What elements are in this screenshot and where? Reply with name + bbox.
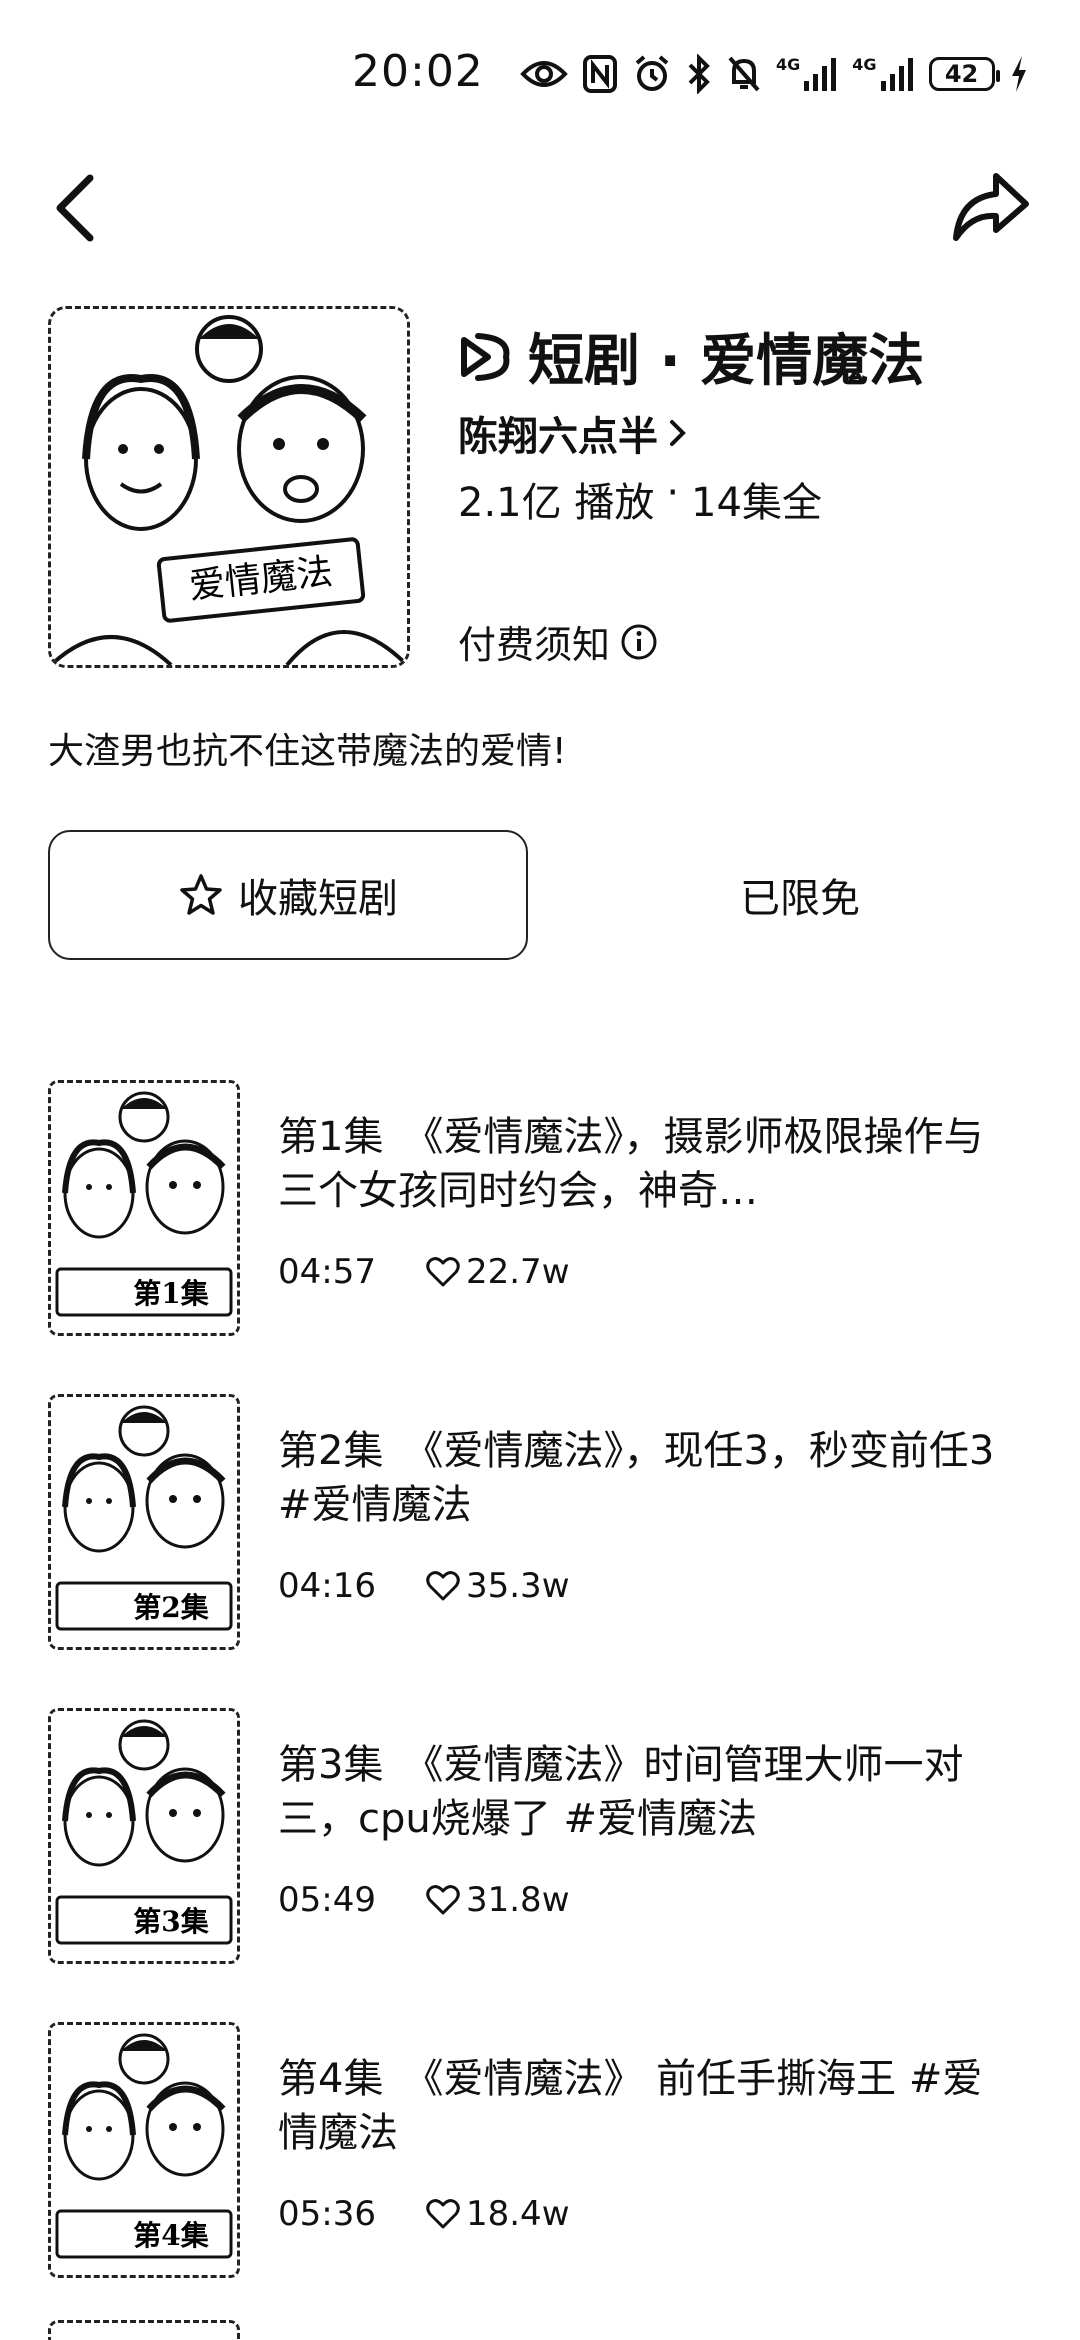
network-type-label: 4G xyxy=(852,55,877,74)
drama-title: 短剧 · 爱情魔法 xyxy=(528,329,925,394)
episode-title: 第2集 《爱情魔法》，现任3，秒变前任3 #爱情魔法 xyxy=(278,1428,995,1528)
episode-duration: 05:49 xyxy=(278,1880,376,1920)
status-bar: 20:02 4G 4G 42 xyxy=(0,0,1080,150)
heart-icon xyxy=(426,2199,460,2229)
chevron-left-icon xyxy=(56,174,94,242)
episode-like-count: 31.8w xyxy=(465,1880,570,1920)
heart-icon xyxy=(426,1885,460,1915)
paid-notice-link[interactable]: 付费须知 xyxy=(458,614,658,669)
episode-likes: 18.4w xyxy=(426,2194,570,2234)
heart-icon xyxy=(426,1571,460,1601)
alarm-icon xyxy=(635,55,669,91)
status-time: 20:02 xyxy=(352,46,484,97)
episode-likes: 31.8w xyxy=(426,1880,570,1920)
share-arrow-icon xyxy=(953,173,1029,241)
network-type-label: 4G xyxy=(776,55,801,74)
signal-bars-icon xyxy=(880,58,913,91)
signal-bars-icon xyxy=(804,58,837,91)
episode-item[interactable]: 第1集 第1集 《爱情魔法》，摄影师极限操作与三个女孩同时约会，神奇… 04:5… xyxy=(0,1080,1080,1340)
episode-meta: 04:16 35.3w xyxy=(278,1566,570,1606)
drama-title-row: 短剧 · 爱情魔法 xyxy=(458,316,924,397)
episode-thumbnail: 第2集 xyxy=(48,1394,240,1650)
drama-description: 大渣男也抗不住这带魔法的爱情! xyxy=(48,731,567,772)
play-count: 2.1亿 播放 xyxy=(458,480,655,526)
mute-icon xyxy=(728,56,760,92)
nfc-icon xyxy=(583,55,617,93)
limited-free-label: 已限免 xyxy=(740,876,860,922)
episode-thumbnail-partial xyxy=(48,2320,240,2340)
short-drama-logo-icon xyxy=(461,332,510,381)
share-button[interactable] xyxy=(950,170,1030,246)
author-link[interactable]: 陈翔六点半 xyxy=(458,404,688,462)
episode-likes: 35.3w xyxy=(426,1566,570,1606)
bluetooth-icon xyxy=(688,54,710,94)
eye-icon xyxy=(520,61,568,87)
paid-notice-label: 付费须知 xyxy=(458,623,611,667)
episode-like-count: 22.7w xyxy=(465,1252,570,1292)
episode-duration: 04:16 xyxy=(278,1566,376,1606)
episode-thumb-badge: 第3集 xyxy=(133,1905,208,1938)
episode-meta: 05:36 18.4w xyxy=(278,2194,570,2234)
cover-illustration: 爱情魔法 xyxy=(51,309,407,665)
episode-thumb-badge: 第2集 xyxy=(133,1591,208,1624)
episode-item[interactable]: 第4集 第4集 《爱情魔法》 前任手撕海王 #爱情魔法 05:36 18.4w xyxy=(0,2022,1080,2282)
drama-stats: 2.1亿 播放 · 14集全 xyxy=(458,470,822,528)
episode-item[interactable]: 第3集 第3集 《爱情魔法》时间管理大师一对三，cpu烧爆了 #爱情魔法 05:… xyxy=(0,1708,1080,1968)
info-icon xyxy=(621,624,657,659)
episode-likes: 22.7w xyxy=(426,1252,570,1292)
author-name: 陈翔六点半 xyxy=(458,414,658,460)
star-icon xyxy=(180,874,222,915)
status-icons: 4G 4G 42 xyxy=(520,52,1029,96)
episode-meta: 05:49 31.8w xyxy=(278,1880,570,1920)
episode-like-count: 35.3w xyxy=(465,1566,570,1606)
chevron-right-icon xyxy=(670,420,686,446)
episode-thumbnail: 第4集 xyxy=(48,2022,240,2278)
episode-item[interactable]: 第2集 第2集 《爱情魔法》，现任3，秒变前任3 #爱情魔法 04:16 35.… xyxy=(0,1394,1080,1654)
battery-icon: 42 xyxy=(928,57,1000,91)
episode-thumb-badge: 第1集 xyxy=(133,1277,208,1310)
favorite-label: 收藏短剧 xyxy=(238,876,398,922)
charging-icon xyxy=(1011,56,1026,92)
episode-total: 14集全 xyxy=(691,480,822,526)
favorite-drama-button[interactable]: 收藏短剧 xyxy=(48,830,528,960)
episode-thumbnail: 第3集 xyxy=(48,1708,240,1964)
episode-title: 第1集 《爱情魔法》，摄影师极限操作与三个女孩同时约会，神奇… xyxy=(278,1114,984,1214)
heart-icon xyxy=(426,1257,460,1287)
episode-like-count: 18.4w xyxy=(465,2194,570,2234)
back-button[interactable] xyxy=(48,172,104,244)
battery-level: 42 xyxy=(944,60,979,88)
signal-sim1: 4G xyxy=(776,57,838,91)
episode-thumb-badge: 第4集 xyxy=(133,2219,208,2252)
episode-title: 第4集 《爱情魔法》 前任手撕海王 #爱情魔法 xyxy=(278,2056,983,2156)
episode-thumbnail: 第1集 xyxy=(48,1080,240,1336)
drama-cover-image[interactable]: 爱情魔法 xyxy=(48,306,410,668)
episode-duration: 05:36 xyxy=(278,2194,376,2234)
episode-title: 第3集 《爱情魔法》时间管理大师一对三，cpu烧爆了 #爱情魔法 xyxy=(278,1742,964,1842)
signal-sim2: 4G xyxy=(852,57,914,91)
stats-separator: · xyxy=(666,470,680,516)
episode-duration: 04:57 xyxy=(278,1252,376,1292)
episode-meta: 04:57 22.7w xyxy=(278,1252,570,1292)
